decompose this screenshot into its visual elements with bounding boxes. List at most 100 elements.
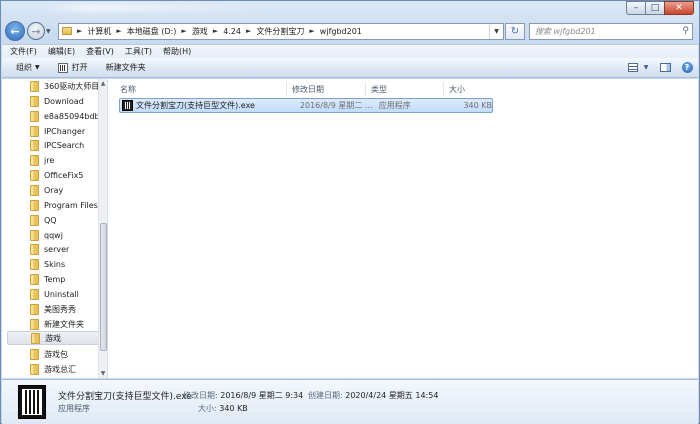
column-headers: 名称 修改日期 类型 大小 (115, 82, 494, 96)
breadcrumb-separator-icon[interactable]: ► (246, 27, 251, 35)
refresh-button[interactable]: ↻ (505, 22, 525, 40)
folder-icon (30, 169, 39, 181)
menu-help[interactable]: 帮助(H) (163, 46, 191, 57)
tree-item[interactable]: Program Files (30, 198, 98, 212)
folder-icon (30, 80, 39, 92)
change-view-button[interactable] (626, 62, 640, 74)
open-button[interactable]: 打开 (57, 62, 88, 73)
tree-item[interactable]: 美图秀秀 (30, 302, 98, 316)
tree-item[interactable]: IPChanger (30, 124, 98, 138)
column-header-name[interactable]: 名称 (115, 82, 287, 96)
chevron-down-icon: ▼ (35, 64, 40, 71)
scrollbar-thumb[interactable] (100, 223, 107, 351)
tree-item[interactable]: Oray (30, 183, 98, 197)
navigation-row: ← → ▼ ► 计算机 ► 本地磁盘 (D:) ► 游戏 ► 4.24 ► 文件… (5, 20, 693, 42)
column-header-size[interactable]: 大小 (444, 82, 494, 96)
search-input[interactable]: 搜索 wjfgbd201 ⚲ (529, 22, 693, 40)
file-list: 名称 修改日期 类型 大小 文件分割宝刀(支持巨型文件).exe 2016/8/… (109, 79, 698, 378)
view-options-dropdown[interactable]: ▼ (642, 62, 650, 74)
navigation-scrollbar[interactable]: ▲ ▼ (98, 79, 107, 378)
column-header-modified[interactable]: 修改日期 (287, 82, 366, 96)
help-icon: ? (681, 62, 693, 73)
tree-item[interactable]: 新建文件夹 (30, 317, 98, 331)
folder-icon (30, 95, 39, 107)
back-arrow-icon: ← (10, 24, 20, 38)
search-icon[interactable]: ⚲ (682, 26, 689, 36)
application-icon (18, 385, 46, 419)
column-header-type[interactable]: 类型 (366, 82, 444, 96)
file-size: 340 KB (463, 101, 492, 110)
tree-item-selected[interactable]: 游戏 (7, 331, 100, 345)
tree-item[interactable]: Uninstall (30, 287, 98, 301)
tree-item[interactable]: 360驱动大师目 (30, 79, 98, 93)
folder-icon (30, 110, 39, 122)
minimize-button[interactable]: – (626, 1, 646, 15)
breadcrumb-wjfgbd201[interactable]: wjfgbd201 (320, 27, 362, 36)
details-view-icon (628, 63, 638, 72)
tree-item[interactable]: IPCSearch (30, 138, 98, 152)
breadcrumb-separator-icon[interactable]: ► (309, 27, 314, 35)
breadcrumb-separator-icon[interactable]: ► (213, 27, 218, 35)
breadcrumb-separator-icon[interactable]: ► (116, 27, 121, 35)
breadcrumb-separator-icon[interactable]: ► (181, 27, 186, 35)
folder-icon (30, 243, 39, 255)
address-bar[interactable]: ► 计算机 ► 本地磁盘 (D:) ► 游戏 ► 4.24 ► 文件分割宝刀 ►… (58, 22, 504, 40)
folder-icon (30, 273, 39, 285)
toolbar-right-group: ▼ ? (618, 62, 698, 74)
application-icon (122, 100, 133, 111)
maximize-button[interactable]: □ (645, 1, 665, 15)
details-created: 创建日期: 2020/4/24 星期五 14:54 (308, 391, 439, 400)
menu-view[interactable]: 查看(V) (86, 46, 114, 57)
folder-icon (30, 214, 39, 226)
help-button[interactable]: ? (680, 62, 694, 74)
address-dropdown-button[interactable]: ▼ (489, 23, 503, 39)
window-title-area (41, 4, 281, 12)
tree-item[interactable]: 游戏包 (30, 347, 98, 361)
back-button[interactable]: ← (5, 21, 25, 41)
application-icon (57, 62, 68, 73)
close-button[interactable]: ✕ (664, 1, 694, 15)
scroll-down-icon[interactable]: ▼ (99, 369, 107, 378)
tree-item[interactable]: OfficeFix5 (30, 168, 98, 182)
menu-edit[interactable]: 编辑(E) (48, 46, 75, 57)
scroll-up-icon[interactable]: ▲ (99, 79, 107, 88)
breadcrumb-separator-icon[interactable]: ► (77, 27, 82, 35)
menu-tools[interactable]: 工具(T) (125, 46, 152, 57)
tree-item[interactable]: qqwj (30, 228, 98, 242)
breadcrumb-file-splitter[interactable]: 文件分割宝刀 (256, 26, 304, 37)
details-file-name: 文件分割宝刀(支持巨型文件).exe (58, 392, 192, 402)
tree-item[interactable]: QQ (30, 213, 98, 227)
tree-item[interactable]: 游戏总汇 (30, 362, 98, 376)
table-row[interactable]: 文件分割宝刀(支持巨型文件).exe 2016/8/9 星期二 ... 应用程序… (119, 98, 493, 113)
preview-pane-icon (659, 63, 671, 72)
tree-item[interactable]: e8a85094bdb (30, 109, 98, 123)
explorer-window: – □ ✕ ← → ▼ ► 计算机 ► 本地磁盘 (D:) ► 游戏 ► 4.2… (0, 0, 700, 424)
new-folder-button[interactable]: 新建文件夹 (106, 62, 146, 73)
breadcrumb-4-24[interactable]: 4.24 (223, 27, 241, 36)
tree-item[interactable]: jre (30, 153, 98, 167)
tree-item[interactable]: server (30, 242, 98, 256)
folder-icon (30, 229, 39, 241)
caption-buttons: – □ ✕ (626, 1, 694, 15)
open-label: 打开 (71, 63, 88, 72)
menu-file[interactable]: 文件(F) (10, 46, 37, 57)
recent-pages-dropdown[interactable]: ▼ (46, 28, 54, 35)
breadcrumb-drive-d[interactable]: 本地磁盘 (D:) (127, 26, 177, 37)
folder-icon (31, 332, 40, 344)
tree-item[interactable]: Temp (30, 272, 98, 286)
tree-item[interactable]: Download (30, 94, 98, 108)
breadcrumb-computer[interactable]: 计算机 (87, 26, 111, 37)
forward-button[interactable]: → (27, 22, 45, 40)
folder-icon (30, 125, 39, 137)
organize-button[interactable]: 组织 ▼ (16, 62, 40, 73)
tree-item[interactable]: Skins (30, 257, 98, 271)
breadcrumb-games[interactable]: 游戏 (192, 26, 208, 37)
folder-icon (30, 363, 39, 375)
folder-icon (30, 139, 39, 151)
folder-icon (30, 303, 39, 315)
folder-icon (30, 258, 39, 270)
menu-bar: 文件(F) 编辑(E) 查看(V) 工具(T) 帮助(H) (2, 44, 698, 58)
details-modified: 修改日期: 2016/8/9 星期二 9:34 (183, 391, 304, 400)
preview-pane-button[interactable] (658, 62, 672, 74)
folder-icon (30, 199, 39, 211)
